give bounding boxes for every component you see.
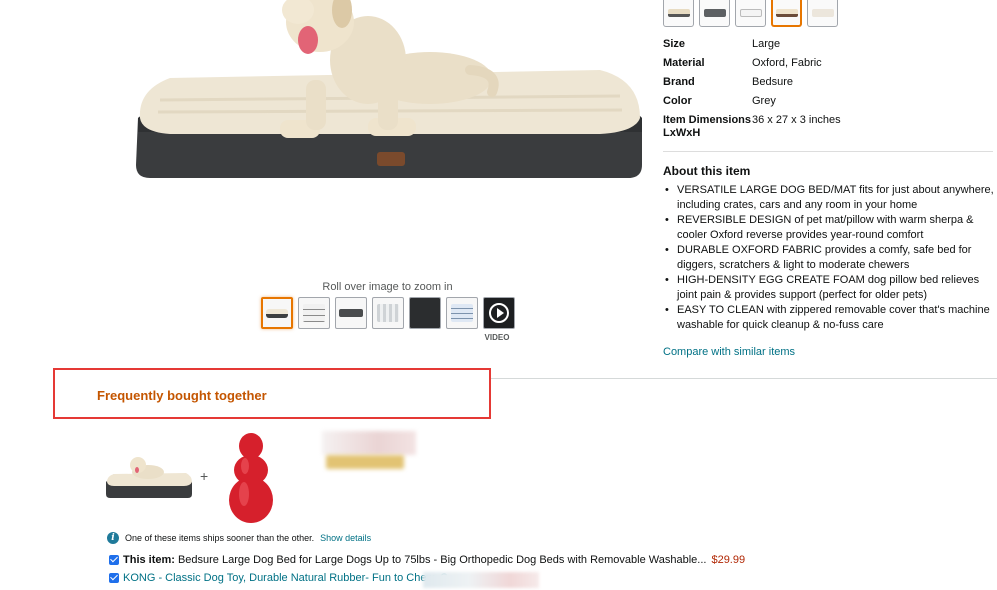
spec-size: Size Large xyxy=(663,38,781,50)
thumbnail-1[interactable] xyxy=(261,297,293,329)
fbt-title: Frequently bought together xyxy=(97,388,267,403)
about-bullets: VERSATILE LARGE DOG BED/MAT fits for jus… xyxy=(663,183,995,333)
video-label: VIDEO xyxy=(484,333,510,342)
show-details-link[interactable]: Show details xyxy=(320,533,371,543)
swatch-3[interactable] xyxy=(735,0,766,27)
shipping-note: i One of these items ships sooner than t… xyxy=(107,532,371,544)
about-bullet: HIGH-DENSITY EGG CREATE FOAM dog pillow … xyxy=(663,273,995,303)
info-icon: i xyxy=(107,532,119,544)
video-thumbnail[interactable] xyxy=(483,297,515,329)
redacted-content xyxy=(326,455,404,469)
fbt-dog-bed-image[interactable] xyxy=(104,452,194,500)
image-thumbnails xyxy=(261,297,515,329)
fbt-kong-toy-image[interactable] xyxy=(228,432,274,524)
spec-color: Color Grey xyxy=(663,95,776,107)
item-name: Bedsure Large Dog Bed for Large Dogs Up … xyxy=(177,554,707,566)
swatch-5[interactable] xyxy=(807,0,838,27)
redacted-content xyxy=(322,431,416,455)
spec-brand: Brand Bedsure xyxy=(663,76,793,88)
about-bullet: REVERSIBLE DESIGN of pet mat/pillow with… xyxy=(663,213,995,243)
item-link[interactable]: KONG - Classic Dog Toy, Durable Natural … xyxy=(123,572,448,584)
thumbnail-3[interactable] xyxy=(335,297,367,329)
swatch-2[interactable] xyxy=(699,0,730,27)
about-bullet: DURABLE OXFORD FABRIC provides a comfy, … xyxy=(663,243,995,273)
fbt-item-row: This item: Bedsure Large Dog Bed for Lar… xyxy=(109,554,745,566)
fbt-item-row: KONG - Classic Dog Toy, Durable Natural … xyxy=(109,572,448,584)
main-product-image[interactable] xyxy=(130,0,650,200)
spec-material: Material Oxford, Fabric xyxy=(663,57,822,69)
variant-swatches xyxy=(663,0,838,27)
spec-dimensions: Item Dimensions LxWxH 36 x 27 x 3 inches xyxy=(663,114,841,139)
redacted-content xyxy=(423,572,539,588)
about-bullet: VERSATILE LARGE DOG BED/MAT fits for jus… xyxy=(663,183,995,213)
swatch-1[interactable] xyxy=(663,0,694,27)
thumbnail-2[interactable] xyxy=(298,297,330,329)
item-checkbox[interactable] xyxy=(109,555,119,565)
product-specs: Size Large Material Oxford, Fabric Brand… xyxy=(663,38,993,146)
item-price: $29.99 xyxy=(711,554,746,566)
about-title: About this item xyxy=(663,164,751,178)
item-checkbox[interactable] xyxy=(109,573,119,583)
zoom-hint: Roll over image to zoom in xyxy=(322,281,453,293)
swatch-4-selected[interactable] xyxy=(771,0,802,27)
specs-divider xyxy=(663,151,993,152)
section-divider xyxy=(490,378,997,379)
about-bullet: EASY TO CLEAN with zippered removable co… xyxy=(663,303,995,333)
play-icon xyxy=(489,303,509,323)
thumbnail-6[interactable] xyxy=(446,297,478,329)
thumbnail-4[interactable] xyxy=(372,297,404,329)
thumbnail-5[interactable] xyxy=(409,297,441,329)
fbt-plus: + xyxy=(200,468,209,484)
compare-link[interactable]: Compare with similar items xyxy=(663,346,795,358)
